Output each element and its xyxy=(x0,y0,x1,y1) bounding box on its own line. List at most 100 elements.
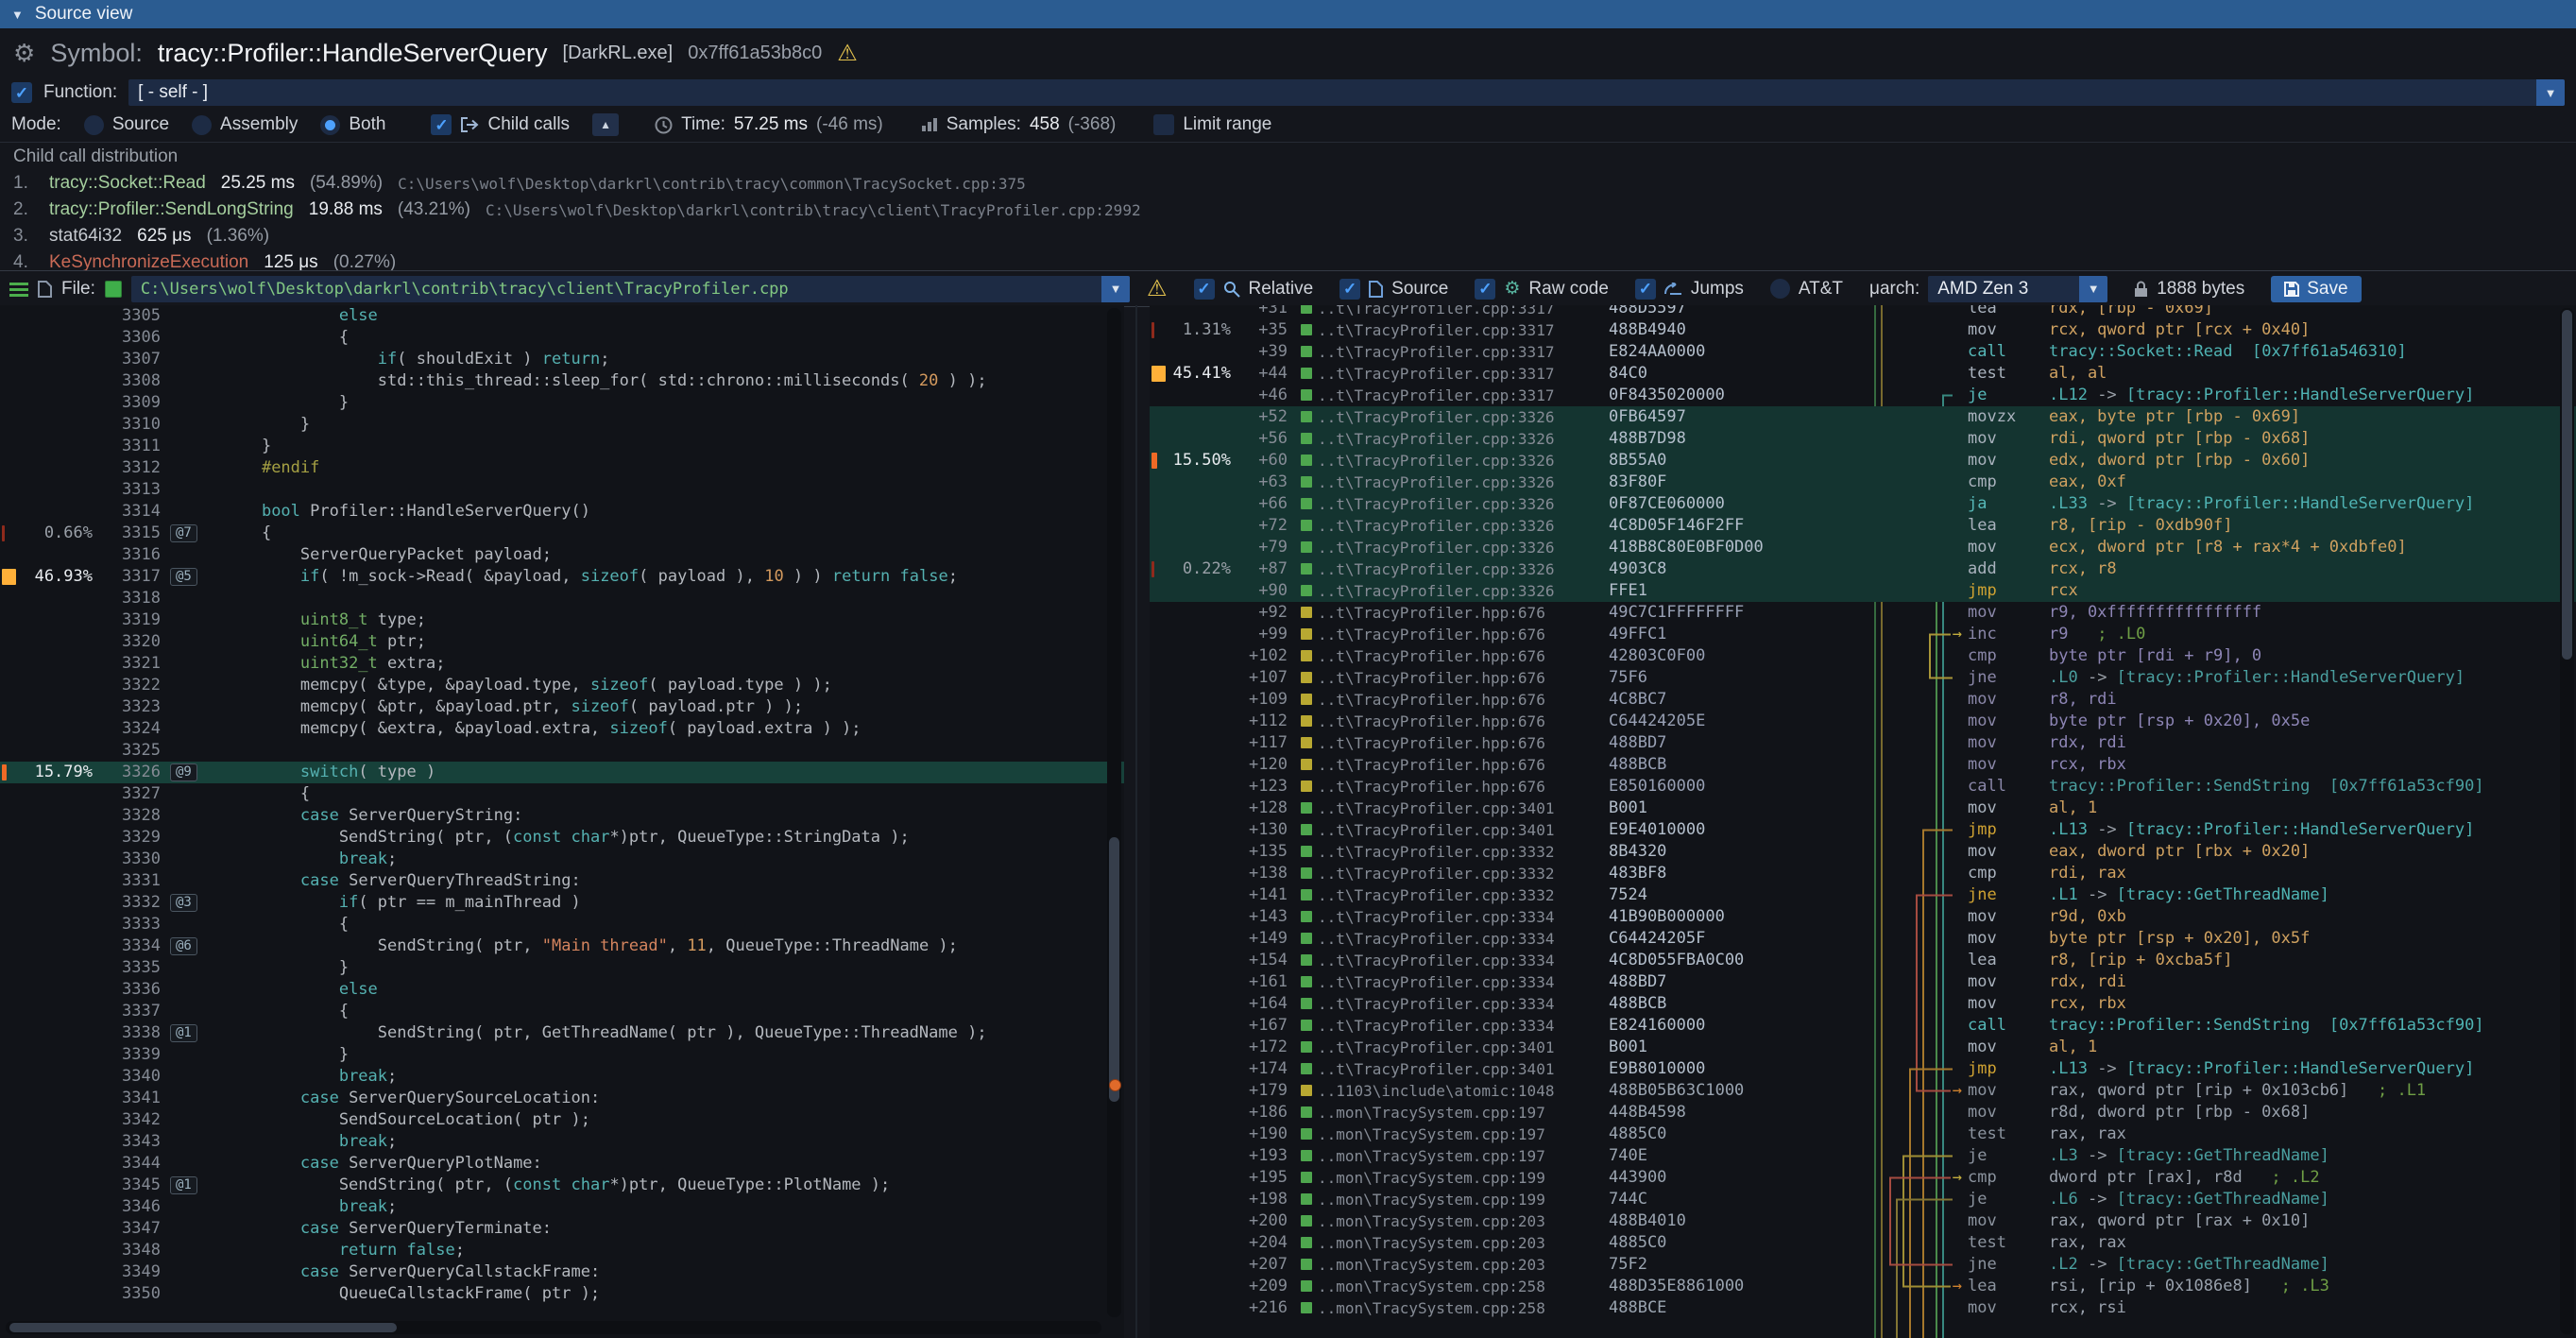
source-line-row[interactable]: 3318 xyxy=(0,588,1124,609)
asm-row[interactable]: 0.22%+87..t\TracyProfiler.cpp:33264903C8… xyxy=(1150,558,2576,580)
source-line-row[interactable]: 3324 memcpy( &extra, &payload.extra, siz… xyxy=(0,718,1124,740)
source-line-row[interactable]: 3345@1 SendString( ptr, (const char*)ptr… xyxy=(0,1175,1124,1196)
source-line-row[interactable]: 3330 break; xyxy=(0,849,1124,870)
asm-row[interactable]: +200..mon\TracySystem.cpp:203488B4010mov… xyxy=(1150,1210,2576,1232)
asm-file-ref[interactable]: ..mon\TracySystem.cpp:197 xyxy=(1318,1124,1609,1145)
function-checkbox[interactable]: ✓ xyxy=(11,82,32,103)
asm-file-ref[interactable]: ..t\TracyProfiler.cpp:3334 xyxy=(1318,928,1609,950)
source-horizontal-scrollbar[interactable] xyxy=(6,1321,1101,1334)
asm-row[interactable]: +143..t\TracyProfiler.cpp:333441B90B0000… xyxy=(1150,906,2576,928)
source-line-row[interactable]: 15.79%3326@9 switch( type ) xyxy=(0,762,1124,783)
asm-file-ref[interactable]: ..mon\TracySystem.cpp:199 xyxy=(1318,1167,1609,1189)
source-line-row[interactable]: 3342 SendSourceLocation( ptr ); xyxy=(0,1109,1124,1131)
asm-file-ref[interactable]: ..t\TracyProfiler.cpp:3326 xyxy=(1318,515,1609,537)
source-line-row[interactable]: 3314 bool Profiler::HandleServerQuery() xyxy=(0,501,1124,523)
asm-file-ref[interactable]: ..mon\TracySystem.cpp:199 xyxy=(1318,1189,1609,1210)
limit-range-checkbox[interactable]: ✓ xyxy=(1153,114,1174,135)
asm-file-ref[interactable]: ..t\TracyProfiler.hpp:676 xyxy=(1318,711,1609,732)
asm-file-ref[interactable]: ..t\TracyProfiler.hpp:676 xyxy=(1318,645,1609,667)
source-checkbox[interactable]: ✓ xyxy=(1339,279,1360,300)
asm-file-ref[interactable]: ..t\TracyProfiler.cpp:3401 xyxy=(1318,1058,1609,1080)
source-line-row[interactable]: 3311 } xyxy=(0,436,1124,457)
source-line-row[interactable]: 3313 xyxy=(0,479,1124,501)
asm-file-ref[interactable]: ..t\TracyProfiler.hpp:676 xyxy=(1318,754,1609,776)
asm-file-ref[interactable]: ..t\TracyProfiler.cpp:3317 xyxy=(1318,341,1609,363)
asm-row[interactable]: 15.50%+60..t\TracyProfiler.cpp:33268B55A… xyxy=(1150,450,2576,472)
asm-file-ref[interactable]: ..t\TracyProfiler.hpp:676 xyxy=(1318,624,1609,645)
asm-row[interactable]: +216..mon\TracySystem.cpp:258488BCEmovrc… xyxy=(1150,1297,2576,1319)
source-vertical-scrollbar[interactable] xyxy=(1107,308,1121,1317)
asm-row[interactable]: +56..t\TracyProfiler.cpp:3326488B7D98mov… xyxy=(1150,428,2576,450)
source-line-row[interactable]: 3312 #endif xyxy=(0,457,1124,479)
asm-file-ref[interactable]: ..t\TracyProfiler.cpp:3332 xyxy=(1318,841,1609,863)
asm-file-ref[interactable]: ..t\TracyProfiler.cpp:3332 xyxy=(1318,884,1609,906)
asm-row[interactable]: +138..t\TracyProfiler.cpp:3332483BF8cmpr… xyxy=(1150,863,2576,884)
source-line-row[interactable]: 3349 case ServerQueryCallstackFrame: xyxy=(0,1261,1124,1283)
source-line-row[interactable]: 3308 std::this_thread::sleep_for( std::c… xyxy=(0,370,1124,392)
source-line-row[interactable]: 3341 case ServerQuerySourceLocation: xyxy=(0,1088,1124,1109)
source-line-row[interactable]: 3338@1 SendString( ptr, GetThreadName( p… xyxy=(0,1022,1124,1044)
asm-file-ref[interactable]: ..t\TracyProfiler.cpp:3334 xyxy=(1318,1015,1609,1037)
asm-file-ref[interactable]: ..1103\include\atomic:1048 xyxy=(1318,1080,1609,1102)
asm-row[interactable]: +164..t\TracyProfiler.cpp:3334488BCBmovr… xyxy=(1150,993,2576,1015)
asm-file-ref[interactable]: ..mon\TracySystem.cpp:197 xyxy=(1318,1145,1609,1167)
asm-file-ref[interactable]: ..t\TracyProfiler.cpp:3334 xyxy=(1318,906,1609,928)
jumps-toggle[interactable]: ✓ Jumps xyxy=(1635,279,1744,300)
address-count-badge[interactable]: @6 xyxy=(170,937,197,955)
asm-row[interactable]: +102..t\TracyProfiler.hpp:67642803C0F00c… xyxy=(1150,645,2576,667)
asm-file-ref[interactable]: ..t\TracyProfiler.cpp:3317 xyxy=(1318,319,1609,341)
asm-row[interactable]: +99..t\TracyProfiler.hpp:67649FFC1→incr9… xyxy=(1150,624,2576,645)
asm-row[interactable]: +161..t\TracyProfiler.cpp:3334488BD7movr… xyxy=(1150,971,2576,993)
asm-row[interactable]: +63..t\TracyProfiler.cpp:332683F80Fcmpea… xyxy=(1150,472,2576,493)
save-button[interactable]: Save xyxy=(2271,276,2361,302)
asm-file-ref[interactable]: ..t\TracyProfiler.cpp:3401 xyxy=(1318,819,1609,841)
source-line-row[interactable]: 3309 } xyxy=(0,392,1124,414)
uarch-combo[interactable]: AMD Zen 3 ▼ xyxy=(1928,276,2107,302)
assembly-vertical-scrollbar[interactable] xyxy=(2560,308,2574,1334)
source-line-row[interactable]: 3327 { xyxy=(0,783,1124,805)
asm-row[interactable]: +209..mon\TracySystem.cpp:258488D35E8861… xyxy=(1150,1276,2576,1297)
mode-radio-source[interactable]: Source xyxy=(84,114,169,135)
asm-row[interactable]: +141..t\TracyProfiler.cpp:33327524jne.L1… xyxy=(1150,884,2576,906)
collapse-arrow-icon[interactable]: ▼ xyxy=(11,8,24,22)
source-line-row[interactable]: 46.93%3317@5 if( !m_sock->Read( &payload… xyxy=(0,566,1124,588)
asm-row[interactable]: +123..t\TracyProfiler.hpp:676E850160000c… xyxy=(1150,776,2576,798)
asm-row[interactable]: 45.41%+44..t\TracyProfiler.cpp:331784C0t… xyxy=(1150,363,2576,385)
source-line-row[interactable]: 3340 break; xyxy=(0,1066,1124,1088)
source-line-row[interactable]: 3348 return false; xyxy=(0,1240,1124,1261)
asm-row[interactable]: +92..t\TracyProfiler.hpp:67649C7C1FFFFFF… xyxy=(1150,602,2576,624)
asm-file-ref[interactable]: ..t\TracyProfiler.cpp:3326 xyxy=(1318,558,1609,580)
asm-row[interactable]: +120..t\TracyProfiler.hpp:676488BCBmovrc… xyxy=(1150,754,2576,776)
source-line-row[interactable]: 3322 memcpy( &type, &payload.type, sizeo… xyxy=(0,675,1124,696)
asm-file-ref[interactable]: ..t\TracyProfiler.cpp:3326 xyxy=(1318,537,1609,558)
source-line-row[interactable]: 0.66%3315@7 { xyxy=(0,523,1124,544)
address-count-badge[interactable]: @5 xyxy=(170,568,197,586)
asm-row[interactable]: +207..mon\TracySystem.cpp:20375F2jne.L2 … xyxy=(1150,1254,2576,1276)
asm-file-ref[interactable]: ..mon\TracySystem.cpp:203 xyxy=(1318,1210,1609,1232)
chevron-down-icon[interactable]: ▼ xyxy=(2536,79,2565,106)
asm-row[interactable]: +172..t\TracyProfiler.cpp:3401B001moval,… xyxy=(1150,1037,2576,1058)
mode-radio-both[interactable]: Both xyxy=(320,114,385,135)
asm-row[interactable]: +128..t\TracyProfiler.cpp:3401B001moval,… xyxy=(1150,798,2576,819)
asm-row[interactable]: +52..t\TracyProfiler.cpp:33260FB64597mov… xyxy=(1150,406,2576,428)
address-count-badge[interactable]: @3 xyxy=(170,894,197,912)
relative-checkbox[interactable]: ✓ xyxy=(1194,279,1215,300)
child-call-row[interactable]: 2.tracy::Profiler::SendLongString19.88 m… xyxy=(0,197,2576,223)
asm-file-ref[interactable]: ..t\TracyProfiler.cpp:3326 xyxy=(1318,406,1609,428)
asm-file-ref[interactable]: ..t\TracyProfiler.cpp:3317 xyxy=(1318,363,1609,385)
source-line-row[interactable]: 3334@6 SendString( ptr, "Main thread", 1… xyxy=(0,935,1124,957)
source-toggle[interactable]: ✓ Source xyxy=(1339,279,1448,300)
address-count-badge[interactable]: @1 xyxy=(170,1176,197,1194)
asm-file-ref[interactable]: ..t\TracyProfiler.hpp:676 xyxy=(1318,602,1609,624)
scrollbar-thumb[interactable] xyxy=(9,1323,397,1332)
source-line-row[interactable]: 3344 case ServerQueryPlotName: xyxy=(0,1153,1124,1175)
asm-file-ref[interactable]: ..t\TracyProfiler.cpp:3401 xyxy=(1318,798,1609,819)
asm-row[interactable]: +130..t\TracyProfiler.cpp:3401E9E4010000… xyxy=(1150,819,2576,841)
asm-row[interactable]: 1.31%+35..t\TracyProfiler.cpp:3317488B49… xyxy=(1150,319,2576,341)
child-call-row[interactable]: 1.tracy::Socket::Read25.25 ms(54.89%)C:\… xyxy=(0,170,2576,197)
asm-row[interactable]: +179..1103\include\atomic:1048488B05B63C… xyxy=(1150,1080,2576,1102)
asm-row[interactable]: +90..t\TracyProfiler.cpp:3326FFE1jmprcx xyxy=(1150,580,2576,602)
source-line-row[interactable]: 3350 QueueCallstackFrame( ptr ); xyxy=(0,1283,1124,1305)
asm-row[interactable]: +135..t\TracyProfiler.cpp:33328B4320move… xyxy=(1150,841,2576,863)
child-call-row[interactable]: 4.KeSynchronizeExecution125 μs(0.27%) xyxy=(0,249,2576,270)
